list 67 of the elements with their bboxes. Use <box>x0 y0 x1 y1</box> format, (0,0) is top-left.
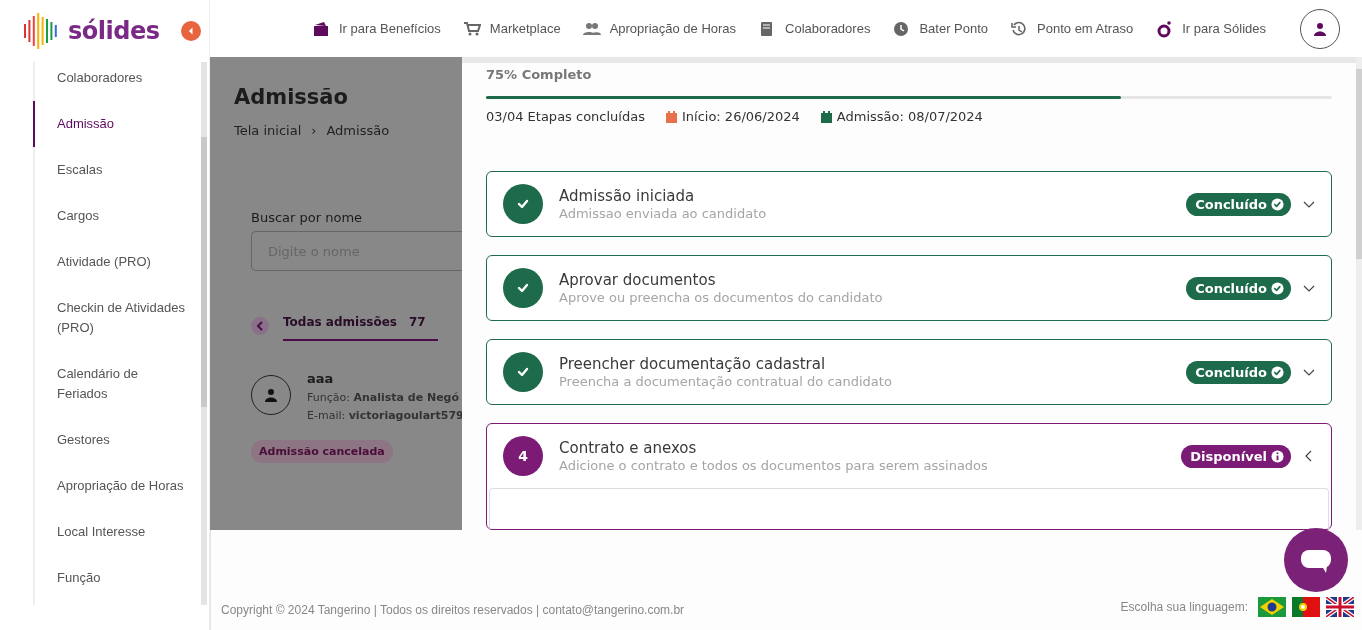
language-label: Escolha sua linguagem: <box>1120 600 1248 614</box>
step-title: Aprovar documentos <box>559 271 717 289</box>
breadcrumb-separator: › <box>311 123 317 138</box>
step-subtitle: Aprove ou preencha os documentos do candidato <box>559 290 884 305</box>
person-icon <box>265 388 277 402</box>
nav-link[interactable]: Apropriação de Horas <box>582 19 737 38</box>
info-icon <box>1271 449 1284 463</box>
portugal-flag-icon[interactable] <box>1292 597 1320 617</box>
check-circle-icon <box>1271 197 1284 211</box>
step-subtitle: Admissao enviada ao candidato <box>559 206 768 221</box>
step-number: 4 <box>518 448 528 464</box>
step-title: Admissão iniciada <box>559 187 696 205</box>
history-icon <box>1010 19 1029 38</box>
person-icon <box>1314 21 1326 36</box>
breadcrumb-item[interactable]: Tela inicial <box>234 123 302 138</box>
page-title: Admissão <box>234 85 349 109</box>
role-text: Função: Analista de Negó <box>307 391 461 404</box>
status-badge: Disponível <box>1181 444 1291 468</box>
sidebar-item[interactable]: Checkin de Atividades (PRO) <box>33 285 201 351</box>
logo-text: sólides <box>68 17 160 45</box>
step-title: Contrato e anexos <box>559 439 698 457</box>
candidate-name: aaa <box>307 371 335 386</box>
collapse-icon[interactable] <box>181 21 202 41</box>
sidebar-item[interactable]: Atividade (PRO) <box>33 239 201 285</box>
nav-link[interactable]: Ir para Benefícios <box>311 19 441 38</box>
date-text: Admissão: 08/07/2024 <box>836 109 983 124</box>
clock-icon <box>892 19 911 38</box>
sidebar-item[interactable]: Apropriação de Horas <box>33 463 201 509</box>
step-subtitle: Adicione o contrato e todos os documentos para serem assinados <box>559 458 989 473</box>
wallet-icon <box>311 19 330 38</box>
status-badge: Concluído <box>1186 192 1291 216</box>
sidebar-item[interactable]: Cargos <box>33 193 201 239</box>
sidebar-item[interactable]: Local Interesse <box>33 509 201 555</box>
check-circle-icon <box>1271 365 1284 379</box>
steps-summary: 03/04 Etapas concluídas <box>486 109 645 124</box>
cart-icon <box>462 19 481 38</box>
ring-icon <box>1155 19 1174 38</box>
nav-link[interactable]: Marketplace <box>462 19 561 38</box>
uk-flag-icon[interactable] <box>1326 597 1354 617</box>
check-circle-icon <box>1271 281 1284 295</box>
chat-button[interactable] <box>1284 528 1348 592</box>
sidebar-item[interactable]: Colaboradores <box>33 62 201 101</box>
sidebar-item[interactable]: Escalas <box>33 147 201 193</box>
step-title: Preencher documentação cadastral <box>559 355 827 373</box>
sidebar-item[interactable]: Função <box>33 555 201 601</box>
step-subtitle: Preencha a documentação contratual do candidato <box>559 374 893 389</box>
date-text: Início: 26/06/2024 <box>681 109 800 124</box>
nav-link[interactable]: Colaboradores <box>758 19 871 38</box>
brazil-flag-icon[interactable] <box>1258 597 1286 617</box>
status-badge: Concluído <box>1186 276 1291 300</box>
tab-label: Todas admissões <box>283 315 397 329</box>
back-button[interactable] <box>251 317 269 335</box>
sidebar-item[interactable]: Calendário de Feriados <box>33 351 201 417</box>
tab[interactable]: Todas admissões 77 <box>283 311 438 341</box>
status-tag: Admissão cancelada <box>251 440 393 463</box>
breadcrumb-item[interactable]: Admissão <box>326 123 390 138</box>
sidebar-item[interactable]: Gestores <box>33 417 201 463</box>
nav-link[interactable]: Ponto em Atraso <box>1010 19 1134 38</box>
progress-label: 75% Completo <box>486 66 593 82</box>
nav-link[interactable]: Ir para Sólides <box>1155 19 1266 38</box>
logo-icon <box>24 11 60 51</box>
tab-count: 77 <box>408 315 426 329</box>
chevron-left-icon <box>256 321 264 331</box>
status-badge: Concluído <box>1186 360 1291 384</box>
search-label: Buscar por nome <box>251 210 364 225</box>
copyright-text: Copyright © 2024 Tangerino | Todos os direitos reservados | contato@tangerino.com.br <box>221 603 685 617</box>
nav-link[interactable]: Bater Ponto <box>892 19 989 38</box>
